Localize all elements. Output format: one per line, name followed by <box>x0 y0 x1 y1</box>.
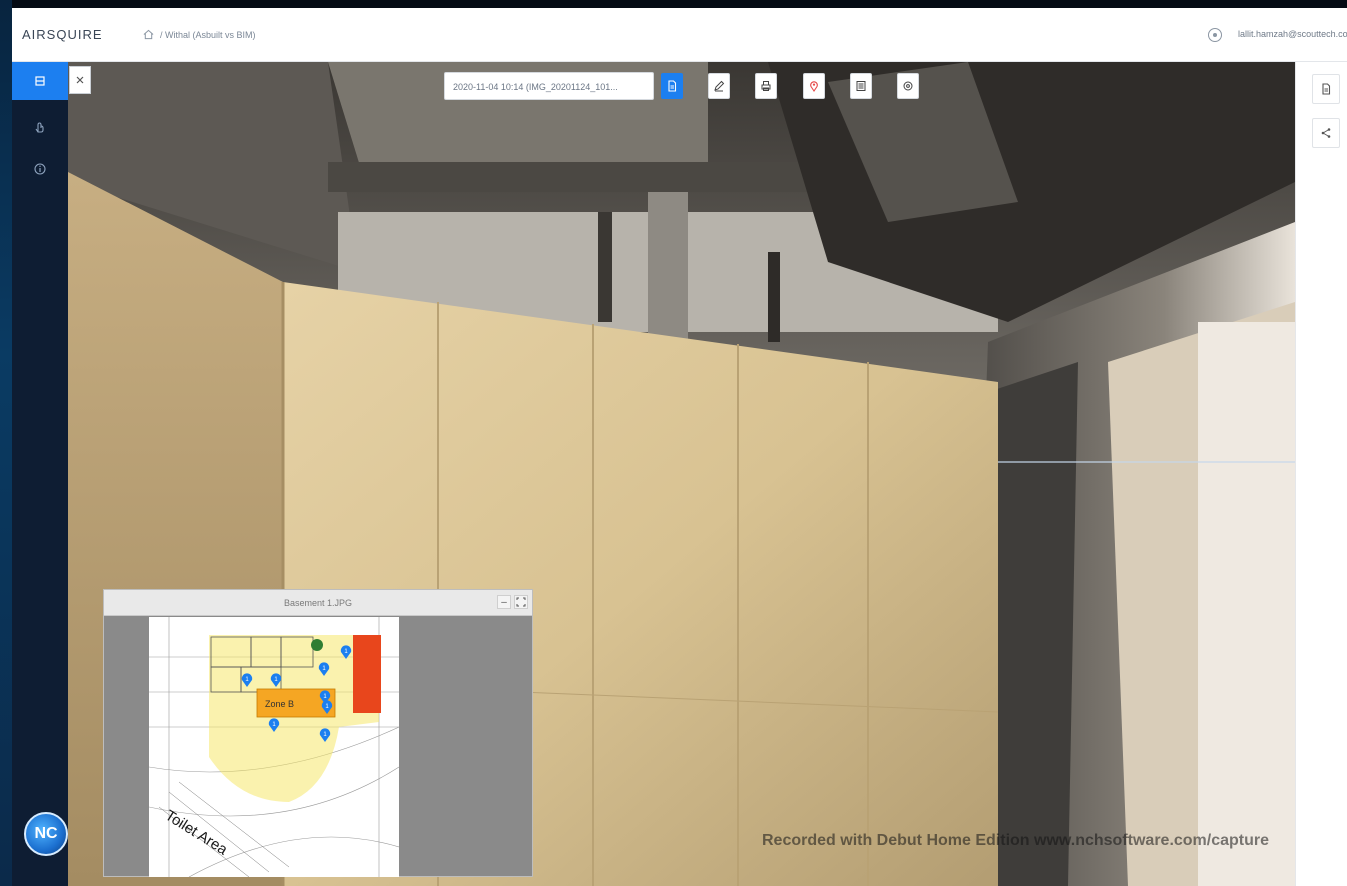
minimize-icon: – <box>501 597 507 608</box>
scan-pin[interactable]: 1 <box>317 661 331 677</box>
scan-pin[interactable]: 1 <box>269 672 283 688</box>
edit-button[interactable] <box>708 73 730 99</box>
nch-logo: NC <box>24 812 68 856</box>
home-icon[interactable] <box>143 29 154 40</box>
minimap-title: Basement 1.JPG <box>104 590 532 616</box>
app-window: AIRSQUIRE / Withal (Asbuilt vs BIM) lall… <box>0 0 1347 886</box>
report-icon <box>1322 83 1331 95</box>
fullscreen-button[interactable] <box>514 595 528 609</box>
user-email[interactable]: lallit.hamzah@scouttech.com <box>1238 29 1347 39</box>
zone-label: Zone B <box>265 699 295 709</box>
close-icon <box>76 76 84 84</box>
sidebar-item-layers[interactable] <box>12 62 68 100</box>
list-button[interactable] <box>850 73 872 99</box>
share-icon <box>1321 128 1331 138</box>
right-panel <box>1295 62 1347 886</box>
scan-pin[interactable]: 1 <box>240 672 254 688</box>
scan-pin[interactable]: 1 <box>318 689 332 705</box>
report-button[interactable] <box>1312 74 1340 104</box>
minimize-button[interactable]: – <box>497 595 511 609</box>
floorplan-drawing <box>149 617 399 877</box>
help-icon[interactable] <box>1208 28 1222 42</box>
scan-selector[interactable]: 2020-11-04 10:14 (IMG_20201124_101... <box>444 72 654 100</box>
scan-pin[interactable]: 1 <box>339 644 353 660</box>
print-icon <box>761 81 771 91</box>
pin-icon <box>810 81 818 92</box>
sidebar-item-info[interactable] <box>12 150 68 188</box>
close-panel-button[interactable] <box>69 66 91 94</box>
pin-button[interactable] <box>803 73 825 99</box>
print-button[interactable] <box>755 73 777 99</box>
left-sidebar <box>12 62 68 886</box>
floorplan-minimap[interactable]: Basement 1.JPG – Zone B Toilet Area 1 1 … <box>103 589 533 877</box>
document-button[interactable] <box>661 73 683 99</box>
logo-mark: NC <box>34 825 58 842</box>
layers-icon <box>35 76 45 86</box>
breadcrumb[interactable]: / Withal (Asbuilt vs BIM) <box>160 30 256 40</box>
document-icon <box>668 80 677 92</box>
app-logo[interactable]: AIRSQUIRE <box>22 27 103 42</box>
top-header: AIRSQUIRE / Withal (Asbuilt vs BIM) lall… <box>12 8 1347 62</box>
settings-button[interactable] <box>897 73 919 99</box>
info-icon <box>34 163 46 175</box>
hand-icon <box>35 122 44 133</box>
scan-pin[interactable]: 1 <box>318 727 332 743</box>
fullscreen-icon <box>516 597 526 607</box>
recording-watermark: Recorded with Debut Home Edition www.nch… <box>762 832 1270 849</box>
edit-icon <box>714 80 725 92</box>
sidebar-item-hand[interactable] <box>12 108 68 146</box>
window-frame-left <box>0 0 12 886</box>
share-button[interactable] <box>1312 118 1340 148</box>
list-icon <box>856 81 866 91</box>
window-frame-top <box>0 0 1347 8</box>
scan-pin[interactable]: 1 <box>267 717 281 733</box>
floorplan-image[interactable]: Zone B Toilet Area 1 1 1 1 1 1 1 1 <box>149 617 399 877</box>
settings-icon <box>903 81 913 91</box>
